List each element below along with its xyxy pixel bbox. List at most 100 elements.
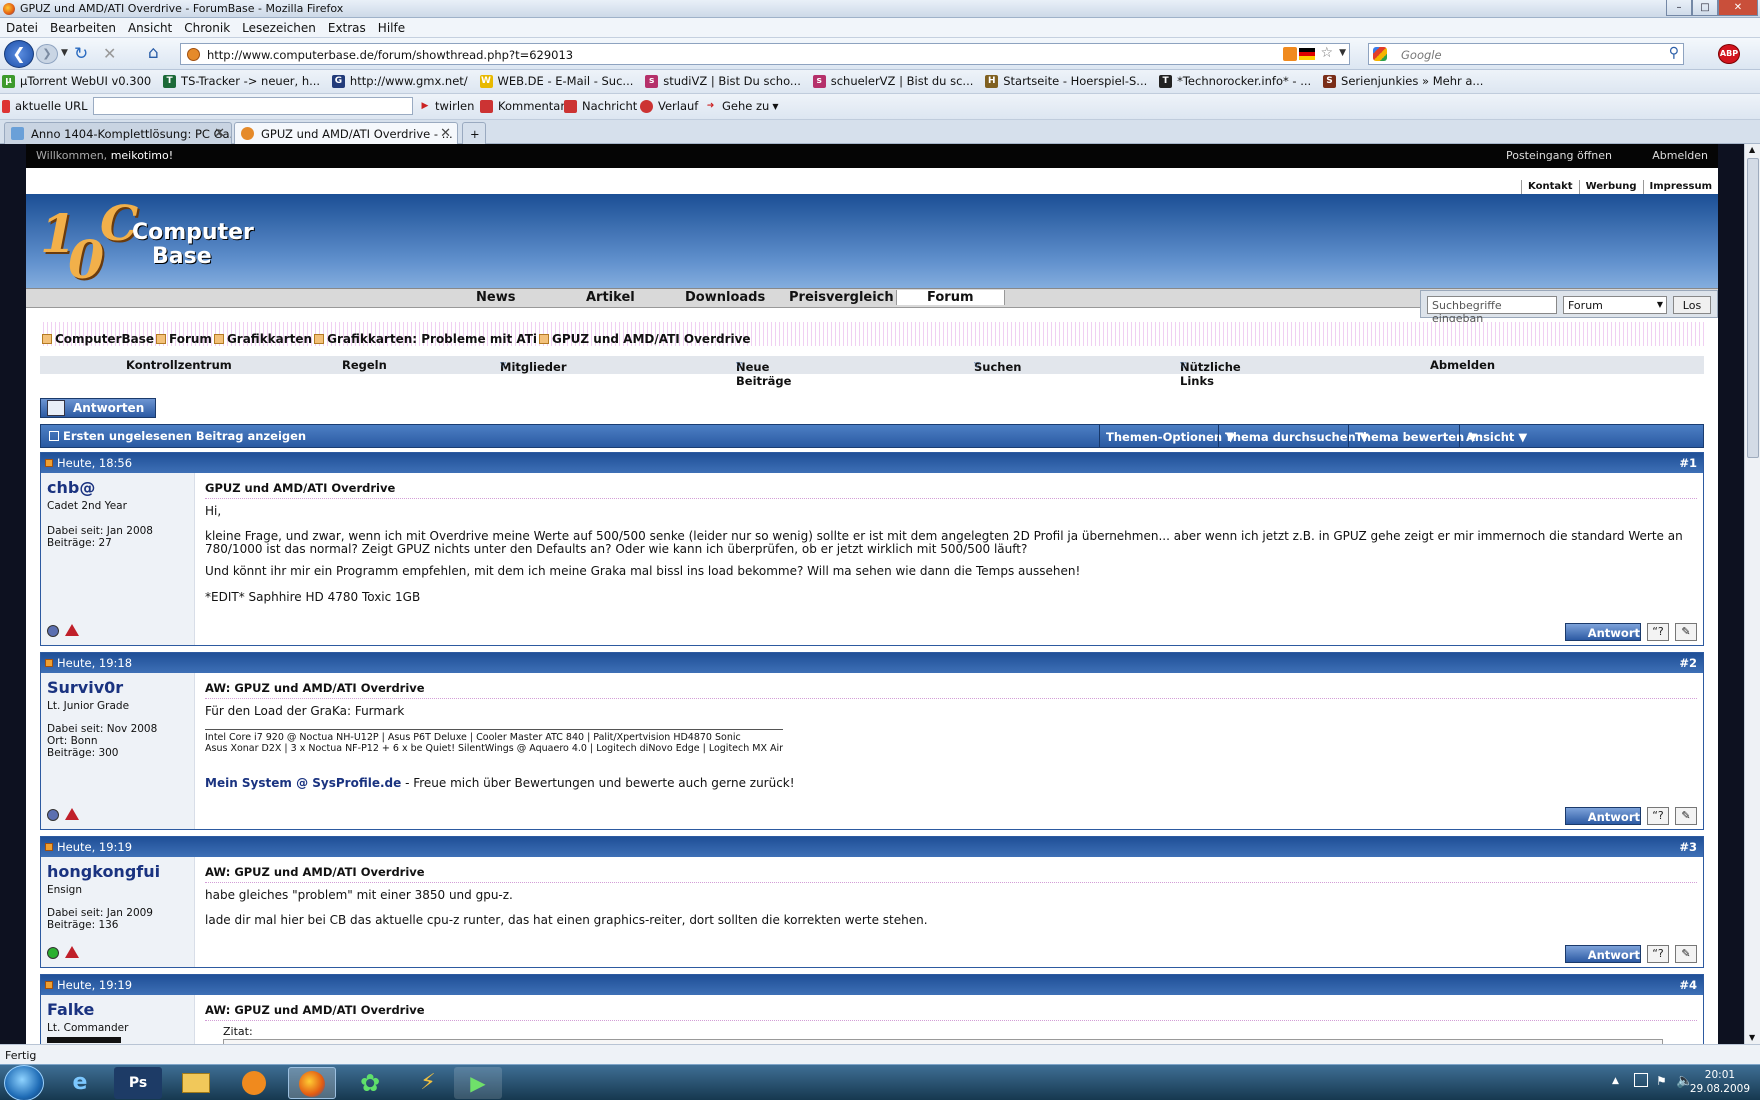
author-name[interactable]: Surviv0r xyxy=(47,678,123,697)
post-number[interactable]: #3 xyxy=(1679,840,1697,854)
media-play-icon[interactable]: ▶ xyxy=(454,1067,502,1099)
author-name[interactable]: chb@ xyxy=(47,478,95,497)
bookmark-star-icon[interactable]: ☆ xyxy=(1320,45,1333,61)
menu-hilfe[interactable]: Hilfe xyxy=(372,18,411,35)
computerbase-logo[interactable]: 1 0 C Computer Base xyxy=(40,196,254,291)
author-name[interactable]: Falke xyxy=(47,1000,94,1019)
bookmark-gmx[interactable]: Ghttp://www.gmx.net/ xyxy=(330,70,474,92)
menu-extras[interactable]: Extras xyxy=(322,18,372,35)
quote-reply-button[interactable]: Antwort xyxy=(1564,945,1641,963)
crumb-forum[interactable]: Forum xyxy=(169,332,212,346)
kommentar-button[interactable]: Kommentar xyxy=(478,95,571,117)
menu-chronik[interactable]: Chronik xyxy=(178,18,236,35)
bookmark-serienjunkies[interactable]: S Serienjunkies » Mehr a... xyxy=(1321,70,1489,92)
twirlen-button[interactable]: ▶ twirlen xyxy=(418,95,480,117)
multiquote-icon[interactable]: “? xyxy=(1647,807,1669,825)
nachricht-button[interactable]: Nachricht xyxy=(562,95,643,117)
werbung-link[interactable]: Werbung xyxy=(1578,180,1643,194)
site-search-input[interactable]: Suchbegriffe eingeban xyxy=(1427,296,1557,325)
menu-bearbeiten[interactable]: Bearbeiten xyxy=(44,18,122,35)
home-icon[interactable]: ⌂ xyxy=(148,43,159,63)
nav-kontrollzentrum[interactable]: Kontrollzentrum xyxy=(126,358,232,372)
web-search-input[interactable]: Google ⚲ xyxy=(1368,43,1684,65)
quote-reply-button[interactable]: Antwort xyxy=(1564,623,1641,641)
gehe-zu-button[interactable]: ➜ Gehe zu ▼ xyxy=(702,95,785,117)
multiquote-icon[interactable]: “? xyxy=(1647,623,1669,641)
crumb-computerbase[interactable]: ComputerBase xyxy=(55,332,154,346)
new-reply-button[interactable]: Antworten xyxy=(40,398,156,418)
icq-icon[interactable]: ✿ xyxy=(346,1067,394,1099)
firefox-taskbar-icon[interactable] xyxy=(288,1067,336,1099)
scroll-down-icon[interactable]: ▼ xyxy=(1749,1033,1755,1042)
back-button[interactable]: ❮ xyxy=(4,40,34,68)
quote-reply-button[interactable]: Antwort xyxy=(1564,807,1641,825)
site-search-scope-select[interactable]: Forum ▼ xyxy=(1563,296,1667,314)
vertical-scrollbar[interactable]: ▲ ▼ xyxy=(1744,144,1760,1044)
bookmark-hoerspiel[interactable]: H Startseite - Hoerspiel-S... xyxy=(983,70,1153,92)
nav-forum[interactable]: Forum xyxy=(896,290,1005,305)
bookmark-ts-tracker[interactable]: T TS-Tracker -> neuer, h... xyxy=(161,70,326,92)
url-bar[interactable]: http://www.computerbase.de/forum/showthr… xyxy=(180,43,1350,65)
post-number[interactable]: #2 xyxy=(1679,656,1697,670)
impressum-link[interactable]: Impressum xyxy=(1642,180,1718,194)
thread-view-menu[interactable]: Ansicht ▼ xyxy=(1459,425,1533,447)
search-icon[interactable]: ⚲ xyxy=(1669,45,1679,61)
site-search-button[interactable]: Los xyxy=(1673,296,1711,314)
nav-preisvergleich[interactable]: Preisvergleich xyxy=(789,290,894,305)
close-tab-icon[interactable]: ✕ xyxy=(214,126,225,141)
system-clock[interactable]: 20:01 29.08.2009 xyxy=(1690,1068,1750,1096)
rss-icon[interactable] xyxy=(1283,47,1297,61)
edit-icon[interactable]: ✎ xyxy=(1675,807,1697,825)
twitter-input[interactable] xyxy=(93,97,413,115)
report-icon[interactable] xyxy=(65,624,79,636)
reload-icon[interactable]: ↻ xyxy=(74,44,88,64)
tab-gpuz[interactable]: GPUZ und AMD/ATI Overdrive - ... ✕ xyxy=(234,122,458,144)
menu-datei[interactable]: Datei xyxy=(0,18,44,35)
adblock-icon[interactable]: ABP xyxy=(1718,44,1740,64)
menu-ansicht[interactable]: Ansicht xyxy=(122,18,178,35)
bookmark-technorocker[interactable]: T *Technorocker.info* - ... xyxy=(1157,70,1317,92)
first-unread-link[interactable]: Ersten ungelesenen Beitrag anzeigen xyxy=(49,429,306,443)
start-button[interactable] xyxy=(4,1065,44,1100)
logout-link[interactable]: Abmelden xyxy=(1652,149,1708,162)
winamp-icon[interactable]: ⚡ xyxy=(404,1067,452,1099)
edit-icon[interactable]: ✎ xyxy=(1675,945,1697,963)
network-icon[interactable] xyxy=(1634,1073,1648,1087)
stop-icon[interactable]: ✕ xyxy=(103,44,116,63)
multiquote-icon[interactable]: “? xyxy=(1647,945,1669,963)
sysprofile-link[interactable]: Mein System @ SysProfile.de xyxy=(205,776,401,790)
bookmark-utorrent[interactable]: µ µTorrent WebUI v0.300 xyxy=(0,70,157,92)
close-button[interactable]: ✕ xyxy=(1718,0,1758,16)
report-icon[interactable] xyxy=(65,946,79,958)
bookmark-studivz[interactable]: s studiVZ | Bist Du scho... xyxy=(643,70,807,92)
explorer-folder-icon[interactable] xyxy=(172,1067,220,1099)
media-player-icon[interactable] xyxy=(230,1067,278,1099)
verlauf-button[interactable]: Verlauf xyxy=(638,95,704,117)
inbox-link[interactable]: Posteingang öffnen xyxy=(1506,149,1612,162)
nav-abmelden[interactable]: Abmelden xyxy=(1430,358,1495,372)
photoshop-icon[interactable]: Ps xyxy=(114,1067,162,1099)
crumb-grafikkarten[interactable]: Grafikkarten xyxy=(227,332,312,346)
internet-explorer-icon[interactable]: e xyxy=(56,1067,104,1099)
close-tab-icon[interactable]: ✕ xyxy=(440,126,451,141)
forward-button[interactable]: ❯ xyxy=(36,44,58,64)
edit-icon[interactable]: ✎ xyxy=(1675,623,1697,641)
crumb-ati[interactable]: Grafikkarten: Probleme mit ATi xyxy=(327,332,537,346)
nav-regeln[interactable]: Regeln xyxy=(342,358,387,372)
new-tab-button[interactable]: + xyxy=(462,122,486,144)
post-number[interactable]: #1 xyxy=(1679,456,1697,470)
nav-downloads[interactable]: Downloads xyxy=(685,290,765,305)
nav-artikel[interactable]: Artikel xyxy=(586,290,635,305)
author-name[interactable]: hongkongfui xyxy=(47,862,160,881)
minimize-button[interactable]: – xyxy=(1666,0,1692,16)
history-dropdown-icon[interactable]: ▼ xyxy=(61,48,68,58)
kontakt-link[interactable]: Kontakt xyxy=(1521,180,1579,194)
post-number[interactable]: #4 xyxy=(1679,978,1697,992)
flag-icon[interactable]: ⚑ xyxy=(1656,1074,1667,1088)
scrollbar-thumb[interactable] xyxy=(1747,158,1759,458)
username-link[interactable]: meikotimo! xyxy=(111,149,173,162)
scroll-up-icon[interactable]: ▲ xyxy=(1749,145,1755,154)
bookmark-schuelervz[interactable]: s schuelerVZ | Bist du sc... xyxy=(811,70,980,92)
menu-lesezeichen[interactable]: Lesezeichen xyxy=(236,18,322,35)
tab-anno[interactable]: Anno 1404-Komplettlösung: PC Ga... ✕ xyxy=(4,122,232,144)
